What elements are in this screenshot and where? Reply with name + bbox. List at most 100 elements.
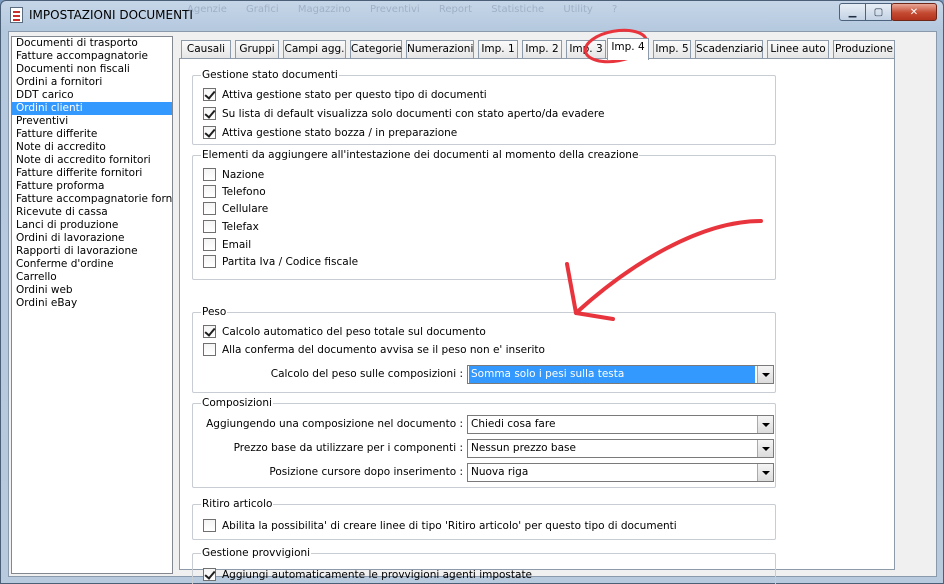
tab-imp-5[interactable]: Imp. 5 [653, 40, 691, 59]
chevron-down-icon[interactable] [757, 366, 773, 383]
group-provvigioni: Gestione provvigioni Aggiungi automatica… [192, 547, 776, 584]
list-item[interactable]: Ricevute di cassa [12, 206, 172, 219]
list-item[interactable]: Note di accredito [12, 141, 172, 154]
checkbox-row[interactable]: Calcolo automatico del peso totale sul d… [203, 324, 486, 339]
tab-panel-imp4: Gestione stato documenti Attiva gestione… [179, 58, 895, 584]
checkbox-row[interactable]: Su lista di default visualizza solo docu… [203, 106, 604, 121]
checkbox[interactable] [203, 168, 216, 181]
minimize-button[interactable]: ▁ [839, 3, 866, 21]
calcolo-peso-select[interactable]: Somma solo i pesi sulla testa [467, 365, 774, 384]
tab-produzione[interactable]: Produzione [833, 40, 895, 59]
bg-menu-item: Grafici [246, 4, 279, 15]
checkbox-row[interactable]: Alla conferma del documento avvisa se il… [203, 342, 545, 357]
title-bar[interactable]: IMPOSTAZIONI DOCUMENTI Agenzie Grafici M… [1, 1, 943, 29]
checkbox[interactable] [203, 107, 216, 120]
tab-categorie[interactable]: Categorie [350, 40, 402, 59]
tab-imp-4[interactable]: Imp. 4 [607, 38, 649, 60]
tab-linee-auto[interactable]: Linee auto [767, 40, 829, 59]
list-item[interactable]: Rapporti di lavorazione [12, 245, 172, 258]
chevron-down-icon[interactable] [757, 440, 773, 457]
field-label: Prezzo base da utilizzare per i componen… [233, 442, 463, 454]
checkbox-label: Email [222, 238, 252, 251]
checkbox-row[interactable]: Attiva gestione stato per questo tipo di… [203, 87, 487, 102]
group-composizioni: Composizioni Aggiungendo una composizion… [192, 397, 776, 488]
list-item[interactable]: Fatture differite fornitori [12, 167, 172, 180]
list-item[interactable]: Documenti di trasporto [12, 37, 172, 50]
group-peso: Peso Calcolo automatico del peso totale … [192, 306, 776, 393]
field-label: Aggiungendo una composizione nel documen… [206, 418, 463, 430]
checkbox[interactable] [203, 202, 216, 215]
checkbox-label: Cellulare [222, 202, 269, 215]
checkbox-label: Calcolo automatico del peso totale sul d… [222, 325, 486, 338]
checkbox[interactable] [203, 238, 216, 251]
document-type-list[interactable]: Documenti di trasporto Fatture accompagna… [11, 36, 173, 574]
checkbox-label: Nazione [222, 168, 265, 181]
list-item[interactable]: Fatture accompagnatorie fornitori [12, 193, 172, 206]
checkbox-row[interactable]: Telefax [203, 219, 259, 234]
checkbox-row[interactable]: Partita Iva / Codice fiscale [203, 254, 358, 269]
checkbox-row[interactable]: Nazione [203, 167, 264, 182]
tab-gruppi[interactable]: Gruppi [235, 40, 279, 59]
checkbox-row[interactable]: Cellulare [203, 201, 268, 216]
checkbox-label: Alla conferma del documento avvisa se il… [222, 343, 545, 356]
group-title: Peso [201, 306, 228, 318]
list-item[interactable]: Conferme d'ordine [12, 258, 172, 271]
group-gestione-stato: Gestione stato documenti Attiva gestione… [192, 69, 776, 145]
calcolo-peso-label: Calcolo del peso sulle composizioni : [270, 368, 463, 380]
checkbox[interactable] [203, 255, 216, 268]
checkbox-label: Telefono [222, 185, 266, 198]
close-icon: ✕ [909, 6, 919, 18]
tab-imp-2[interactable]: Imp. 2 [522, 40, 562, 59]
close-button[interactable]: ✕ [891, 3, 937, 21]
bg-menu-item: Agenzie [187, 4, 227, 15]
list-item[interactable]: Ordini a fornitori [12, 76, 172, 89]
checkbox[interactable] [203, 220, 216, 233]
maximize-button[interactable]: ▢ [865, 3, 892, 21]
tab-campi-agg[interactable]: Campi agg. [283, 40, 346, 59]
list-item[interactable]: Fatture proforma [12, 180, 172, 193]
tab-imp-3[interactable]: Imp. 3 [566, 40, 606, 59]
list-item[interactable]: Documenti non fiscali [12, 63, 172, 76]
list-item[interactable]: DDT carico [12, 89, 172, 102]
list-item[interactable]: Fatture accompagnatorie [12, 50, 172, 63]
list-item[interactable]: Ordini clienti [12, 102, 172, 115]
list-item[interactable]: Ordini eBay [12, 297, 172, 310]
minimize-icon: ▁ [848, 6, 857, 18]
prezzo-base-select[interactable]: Nessun prezzo base [467, 439, 774, 458]
group-title: Elementi da aggiungere all'intestazione … [201, 149, 640, 161]
list-item[interactable]: Ordini di lavorazione [12, 232, 172, 245]
tab-causali[interactable]: Causali [181, 40, 231, 59]
list-item[interactable]: Preventivi [12, 115, 172, 128]
tab-imp-1[interactable]: Imp. 1 [478, 40, 518, 59]
list-item[interactable]: Note di accredito fornitori [12, 154, 172, 167]
checkbox-label: Su lista di default visualizza solo docu… [222, 107, 605, 120]
checkbox-row[interactable]: Telefono [203, 184, 266, 199]
posizione-cursore-select[interactable]: Nuova riga [467, 463, 774, 482]
list-item[interactable]: Lanci di produzione [12, 219, 172, 232]
tab-numerazioni[interactable]: Numerazioni [406, 40, 474, 59]
checkbox-row[interactable]: Attiva gestione stato bozza / in prepara… [203, 125, 457, 140]
checkbox[interactable] [203, 343, 216, 356]
checkbox[interactable] [203, 519, 216, 532]
list-item[interactable]: Carrello [12, 271, 172, 284]
checkbox-row[interactable]: Abilita la possibilita' di creare linee … [203, 518, 677, 533]
chevron-down-icon[interactable] [757, 464, 773, 481]
checkbox[interactable] [203, 568, 216, 581]
checkbox[interactable] [203, 126, 216, 139]
bg-menu-item: ? [612, 4, 618, 15]
checkbox[interactable] [203, 88, 216, 101]
list-item[interactable]: Ordini web [12, 284, 172, 297]
checkbox-label: Attiva gestione stato bozza / in prepara… [222, 126, 458, 139]
tab-scadenziario[interactable]: Scadenziario [695, 40, 763, 59]
field-label: Posizione cursore dopo inserimento : [269, 466, 463, 478]
checkbox[interactable] [203, 185, 216, 198]
list-item[interactable]: Fatture differite [12, 128, 172, 141]
composizione-select[interactable]: Chiedi cosa fare [467, 415, 774, 434]
group-ritiro-articolo: Ritiro articolo Abilita la possibilita' … [192, 498, 776, 540]
checkbox-row[interactable]: Aggiungi automaticamente le provvigioni … [203, 567, 532, 582]
chevron-down-icon[interactable] [757, 416, 773, 433]
group-title: Composizioni [201, 397, 273, 409]
checkbox-label: Telefax [222, 220, 259, 233]
checkbox[interactable] [203, 325, 216, 338]
checkbox-row[interactable]: Email [203, 237, 251, 252]
